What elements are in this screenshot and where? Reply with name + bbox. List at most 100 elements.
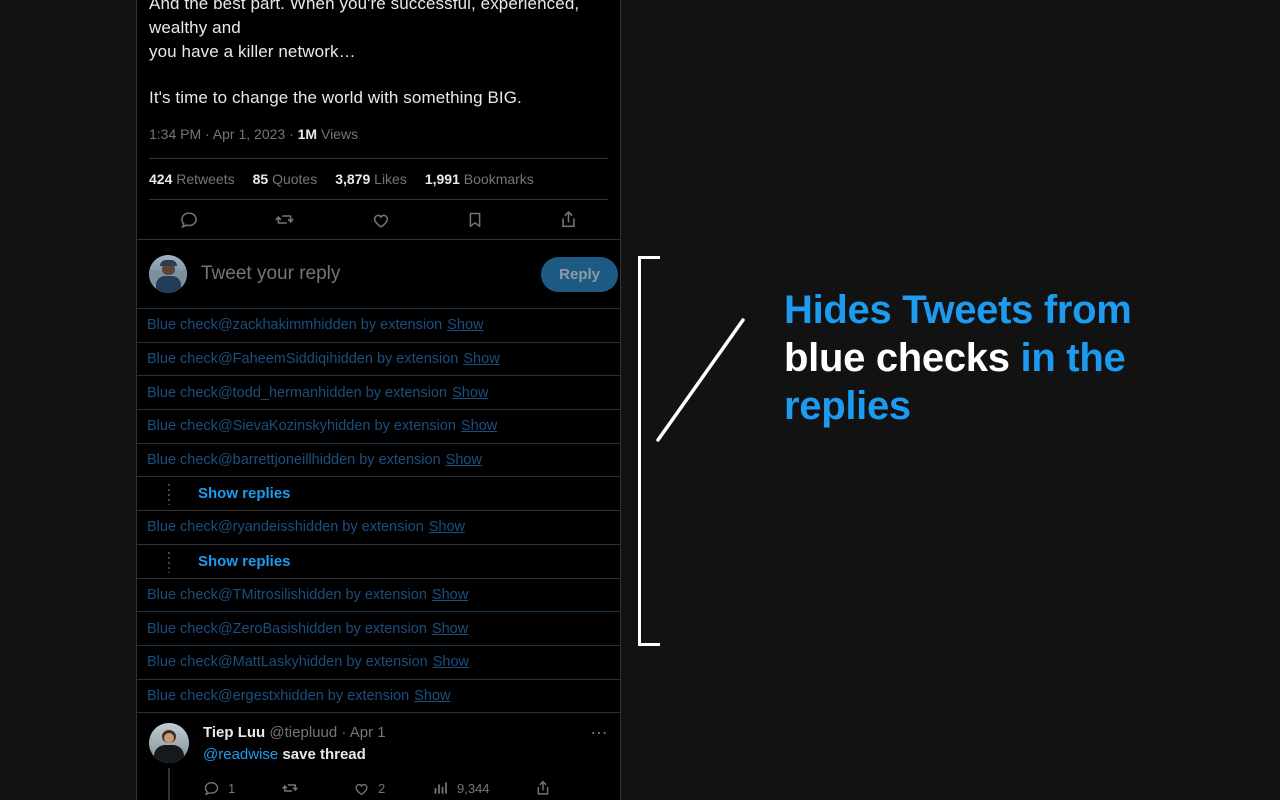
show-link[interactable]: Show <box>429 519 465 535</box>
stat-likes-count: 3,879 <box>335 171 371 187</box>
show-replies-label[interactable]: Show replies <box>198 553 291 570</box>
stat-retweets[interactable]: 424 Retweets <box>149 171 235 187</box>
hidden-row-prefix: Blue check <box>147 317 218 334</box>
hidden-row-handle: @SievaKozinsky <box>217 418 327 435</box>
inline-tweet[interactable]: Tiep Luu @tiepluud · Apr 1 @readwise sav… <box>137 712 620 800</box>
hidden-row-handle: @MattLasky <box>217 654 299 671</box>
show-replies-row[interactable]: Show replies <box>137 543 620 579</box>
tweet-column: And the best part. When you're successfu… <box>136 0 621 800</box>
inline-tweet-display-name[interactable]: Tiep Luu <box>203 724 265 741</box>
inline-tweet-separator: · <box>337 724 350 742</box>
views-label: Views <box>317 126 359 142</box>
hidden-row-handle: @ZeroBasis <box>217 620 298 637</box>
show-link[interactable]: Show <box>452 385 488 401</box>
show-link[interactable]: Show <box>432 587 468 603</box>
inline-views-count: 9,344 <box>457 780 490 796</box>
main-tweet: And the best part. When you're successfu… <box>137 0 620 239</box>
show-replies-row[interactable]: Show replies <box>137 476 620 512</box>
stat-retweets-label: Retweets <box>172 171 235 187</box>
hidden-row-suffix: hidden by extension <box>329 351 459 368</box>
stat-bookmarks[interactable]: 1,991 Bookmarks <box>425 171 534 187</box>
inline-reply-action[interactable]: 1 <box>203 780 281 797</box>
inline-share-action[interactable] <box>535 779 551 797</box>
stat-quotes-label: Quotes <box>268 171 318 187</box>
hidden-row-suffix: hidden by extension <box>311 452 441 469</box>
show-link[interactable]: Show <box>446 452 482 468</box>
inline-retweet-action[interactable] <box>281 779 353 797</box>
inline-views-action[interactable]: 9,344 <box>433 780 535 796</box>
stat-retweets-count: 424 <box>149 171 173 187</box>
screen-root: And the best part. When you're successfu… <box>0 0 1280 800</box>
main-tweet-line-1: And the best part. When you're successfu… <box>149 0 580 37</box>
hidden-row-suffix: hidden by extension <box>280 687 410 704</box>
blue-check-hidden-row: Blue check @SievaKozinsky hidden by exte… <box>137 409 620 444</box>
hidden-row-suffix: hidden by extension <box>313 317 443 334</box>
show-link[interactable]: Show <box>447 317 483 333</box>
annotation-pointer <box>630 300 760 460</box>
inline-tweet-handle[interactable]: @tiepluud <box>269 724 337 741</box>
hidden-rows-list: Blue check @zackhakimm hidden by extensi… <box>137 308 620 714</box>
reply-composer[interactable]: Tweet your reply Reply <box>137 240 620 309</box>
annotation-part-1: Hides Tweets from <box>784 288 1132 332</box>
stat-quotes[interactable]: 85 Quotes <box>253 171 318 187</box>
inline-like-action[interactable]: 2 <box>353 780 433 797</box>
hidden-row-handle: @barrettjoneill <box>217 452 312 469</box>
avatar[interactable] <box>149 723 189 764</box>
blue-check-hidden-row: Blue check @ergestx hidden by extension S… <box>137 678 620 714</box>
reply-button[interactable]: Reply <box>541 256 618 292</box>
blue-check-hidden-row: Blue check @FaheemSiddiqi hidden by exte… <box>137 341 620 377</box>
hidden-row-suffix: hidden by extension <box>294 519 424 536</box>
main-tweet-stats: 424 Retweets 85 Quotes 3,879 Likes 1,991… <box>149 159 608 199</box>
hidden-row-suffix: hidden by extension <box>297 586 427 603</box>
inline-reply-count: 1 <box>228 780 236 796</box>
hidden-row-handle: @ergestx <box>217 687 281 704</box>
hidden-row-suffix: hidden by extension <box>297 620 427 637</box>
hidden-row-prefix: Blue check <box>147 620 218 637</box>
thread-dots-icon <box>168 551 170 573</box>
share-icon[interactable] <box>559 209 578 230</box>
blue-check-hidden-row: Blue check @todd_herman hidden by extens… <box>137 375 620 411</box>
more-options-icon[interactable]: … <box>582 719 608 765</box>
show-link[interactable]: Show <box>463 351 499 367</box>
show-replies-label[interactable]: Show replies <box>198 485 291 502</box>
show-link[interactable]: Show <box>461 418 497 434</box>
show-link[interactable]: Show <box>433 654 469 670</box>
hidden-row-prefix: Blue check <box>147 654 218 671</box>
show-link[interactable]: Show <box>414 688 450 704</box>
blue-check-hidden-row: Blue check @TMitrosilis hidden by extens… <box>137 577 620 613</box>
retweet-icon[interactable] <box>274 209 295 230</box>
inline-tweet-body: save thread <box>278 746 366 764</box>
stat-bookmarks-label: Bookmarks <box>459 171 534 187</box>
hidden-row-prefix: Blue check <box>147 384 218 401</box>
bookmark-icon[interactable] <box>466 210 484 230</box>
blue-check-hidden-row: Blue check @ZeroBasis hidden by extensio… <box>137 611 620 646</box>
main-tweet-text: And the best part. When you're successfu… <box>149 0 608 110</box>
hidden-row-handle: @FaheemSiddiqi <box>217 351 330 368</box>
thread-line <box>168 768 170 800</box>
timestamp-text: 1:34 PM · Apr 1, 2023 · <box>149 126 298 142</box>
thread-dots-icon <box>168 484 170 506</box>
blue-check-hidden-row: Blue check @MattLasky hidden by extensio… <box>137 644 620 680</box>
like-icon[interactable] <box>371 210 391 230</box>
reply-icon[interactable] <box>179 210 199 230</box>
hidden-row-handle: @TMitrosilis <box>217 586 298 603</box>
blue-check-hidden-row: Blue check @barrettjoneill hidden by ext… <box>137 442 620 478</box>
blue-check-hidden-row: Blue check @zackhakimm hidden by extensi… <box>137 308 620 343</box>
inline-tweet-date[interactable]: Apr 1 <box>350 724 386 741</box>
hidden-row-prefix: Blue check <box>147 519 218 536</box>
hidden-row-handle: @ryandeiss <box>217 519 295 536</box>
main-tweet-line-2: you have a killer network… <box>149 42 356 61</box>
stat-bookmarks-count: 1,991 <box>424 171 460 187</box>
hidden-row-suffix: hidden by extension <box>326 418 456 435</box>
hidden-row-suffix: hidden by extension <box>318 384 448 401</box>
inline-tweet-mention[interactable]: @readwise <box>203 746 278 763</box>
stat-likes[interactable]: 3,879 Likes <box>335 171 407 187</box>
annotation-text: Hides Tweets from blue checks in the rep… <box>784 286 1184 430</box>
show-link[interactable]: Show <box>432 621 468 637</box>
views-count: 1M <box>297 126 318 142</box>
main-tweet-paragraph-2: It's time to change the world with somet… <box>149 88 522 107</box>
hidden-row-prefix: Blue check <box>147 687 218 704</box>
hidden-row-handle: @todd_herman <box>217 384 319 401</box>
main-tweet-action-bar <box>149 200 608 239</box>
reply-input[interactable]: Tweet your reply <box>201 263 527 285</box>
